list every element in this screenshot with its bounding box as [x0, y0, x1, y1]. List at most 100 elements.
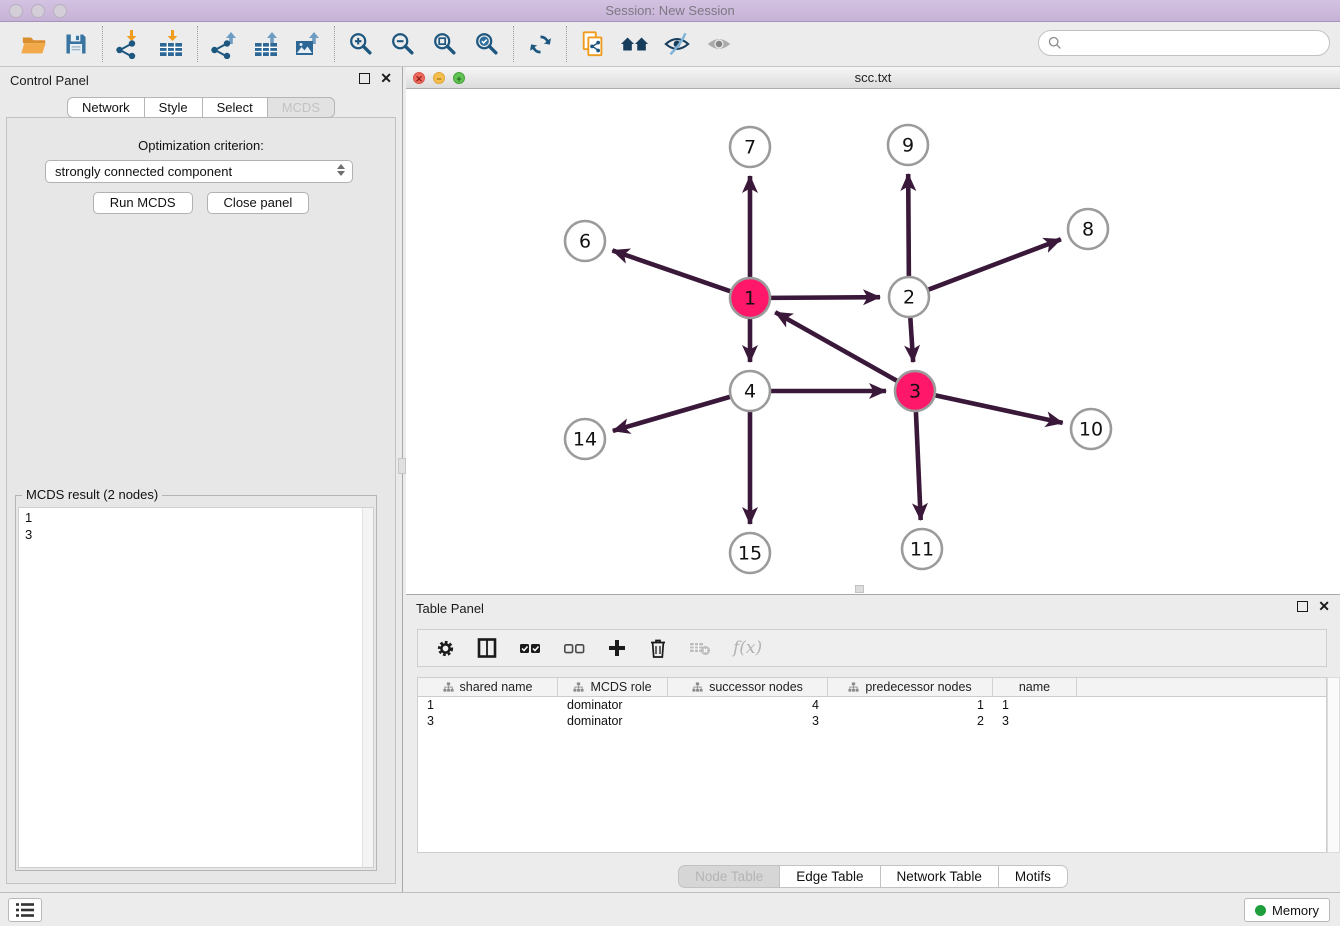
- zoom-selected-button[interactable]: [471, 28, 503, 60]
- column-header-label: MCDS role: [590, 680, 651, 694]
- tab-select[interactable]: Select: [203, 97, 268, 118]
- criterion-dropdown[interactable]: strongly connected component: [45, 160, 353, 183]
- graph-node-7[interactable]: 7: [730, 127, 770, 167]
- table-row[interactable]: 3dominator323: [418, 713, 1326, 729]
- table-cell: dominator: [558, 697, 668, 713]
- graph-edge-3-10[interactable]: [936, 395, 1063, 422]
- hide-eye-icon: [663, 30, 691, 58]
- tab-style[interactable]: Style: [145, 97, 203, 118]
- network-canvas[interactable]: 1 2 3 4 6 7 8 9 10 11 14 15: [406, 89, 1340, 594]
- graph-node-2[interactable]: 2: [889, 277, 929, 317]
- select-all-button[interactable]: [519, 638, 541, 658]
- optimization-criterion-label: Optimization criterion:: [7, 138, 395, 153]
- close-table-panel-icon[interactable]: ✕: [1318, 600, 1330, 612]
- graph-node-6[interactable]: 6: [565, 221, 605, 261]
- graph-node-4[interactable]: 4: [730, 371, 770, 411]
- table-panel: Table Panel ✕ f(x) shared nameMCDS roles…: [406, 594, 1340, 892]
- graph-edge-2-8[interactable]: [929, 239, 1061, 289]
- deselect-all-button[interactable]: [563, 638, 585, 658]
- tab-edge-table[interactable]: Edge Table: [780, 865, 880, 888]
- tab-node-table[interactable]: Node Table: [678, 865, 780, 888]
- function-builder-button[interactable]: f(x): [733, 638, 762, 658]
- graph-node-8[interactable]: 8: [1068, 209, 1108, 249]
- list-icon: [15, 902, 35, 918]
- graph-edge-3-1[interactable]: [775, 312, 896, 380]
- zoom-in-button[interactable]: [345, 28, 377, 60]
- network-search-field[interactable]: [1038, 30, 1330, 56]
- show-column-panel-button[interactable]: [477, 638, 497, 658]
- graph-node-label: 14: [573, 429, 597, 451]
- import-table-button[interactable]: [155, 28, 187, 60]
- graph-node-11[interactable]: 11: [902, 529, 942, 569]
- control-panel: Control Panel ✕ NetworkStyleSelectMCDS O…: [0, 67, 403, 892]
- zoom-out-button[interactable]: [387, 28, 419, 60]
- column-header-MCDS-role[interactable]: MCDS role: [558, 678, 668, 696]
- close-panel-icon[interactable]: ✕: [380, 72, 392, 84]
- duplicate-network-button[interactable]: [577, 28, 609, 60]
- mcds-result-title: MCDS result (2 nodes): [22, 487, 162, 502]
- table-panel-title: Table Panel: [416, 601, 484, 616]
- refresh-button[interactable]: [524, 28, 556, 60]
- export-table-button[interactable]: [250, 28, 282, 60]
- graph-node-14[interactable]: 14: [565, 419, 605, 459]
- run-mcds-button[interactable]: Run MCDS: [93, 192, 193, 214]
- show-all-button[interactable]: [703, 28, 735, 60]
- graph-node-label: 4: [744, 381, 756, 403]
- graph-edge-3-11[interactable]: [916, 412, 921, 520]
- first-neighbors-button[interactable]: [619, 28, 651, 60]
- panel-splitter-handle[interactable]: [398, 458, 406, 474]
- tab-mcds[interactable]: MCDS: [268, 97, 335, 118]
- table-scrollbar[interactable]: [1327, 677, 1340, 853]
- graph-node-3[interactable]: 3: [895, 371, 935, 411]
- graph-edge-1-6[interactable]: [612, 250, 730, 291]
- graph-node-label: 3: [909, 381, 921, 403]
- column-settings-button[interactable]: [436, 639, 455, 658]
- canvas-resize-grip[interactable]: [855, 585, 864, 593]
- column-header-shared-name[interactable]: shared name: [418, 678, 558, 696]
- column-header-name[interactable]: name: [993, 678, 1077, 696]
- save-session-button[interactable]: [60, 28, 92, 60]
- network-window-titlebar[interactable]: ✕ − + scc.txt: [406, 67, 1340, 89]
- graph-node-15[interactable]: 15: [730, 533, 770, 573]
- node-table[interactable]: shared name MCDS role successor nodesprede…: [417, 677, 1327, 853]
- close-panel-button[interactable]: Close panel: [207, 192, 310, 214]
- import-network-button[interactable]: [113, 28, 145, 60]
- mcds-result-textarea[interactable]: 1 3: [18, 507, 374, 868]
- column-type-icon: [573, 682, 584, 693]
- memory-button[interactable]: Memory: [1244, 898, 1330, 922]
- tab-network[interactable]: Network: [67, 97, 145, 118]
- tab-network-table[interactable]: Network Table: [881, 865, 999, 888]
- graph-node-1[interactable]: 1: [730, 278, 770, 318]
- trash-icon: [649, 638, 667, 658]
- table-cell: 2: [828, 713, 993, 729]
- columns-icon: [477, 638, 497, 658]
- export-image-button[interactable]: [292, 28, 324, 60]
- column-type-icon: [692, 682, 703, 693]
- add-row-button[interactable]: [607, 638, 627, 658]
- graph-edge-4-14[interactable]: [613, 397, 730, 431]
- tab-motifs[interactable]: Motifs: [999, 865, 1068, 888]
- graph-node-10[interactable]: 10: [1071, 409, 1111, 449]
- column-header-predecessor-nodes[interactable]: predecessor nodes: [828, 678, 993, 696]
- delete-row-button[interactable]: [649, 638, 667, 658]
- table-cell: 1: [418, 697, 558, 713]
- graph-edge-2-9[interactable]: [908, 174, 909, 276]
- float-table-panel-icon[interactable]: [1297, 601, 1308, 612]
- hide-selected-button[interactable]: [661, 28, 693, 60]
- mcds-result-lines: 1 3: [19, 508, 373, 544]
- task-history-button[interactable]: [8, 898, 42, 922]
- search-input[interactable]: [1068, 36, 1320, 51]
- column-type-icon: [848, 682, 859, 693]
- table-row[interactable]: 1dominator411: [418, 697, 1326, 713]
- graph-edge-1-2[interactable]: [771, 297, 880, 298]
- graph-edge-2-3[interactable]: [910, 318, 913, 362]
- open-file-button[interactable]: [18, 28, 50, 60]
- graph-node-9[interactable]: 9: [888, 125, 928, 165]
- export-network-button[interactable]: [208, 28, 240, 60]
- graph-node-label: 2: [903, 287, 915, 309]
- result-scrollbar[interactable]: [362, 508, 373, 867]
- delete-table-button[interactable]: [689, 640, 711, 656]
- float-panel-icon[interactable]: [359, 73, 370, 84]
- zoom-fit-button[interactable]: [429, 28, 461, 60]
- column-header-successor-nodes[interactable]: successor nodes: [668, 678, 828, 696]
